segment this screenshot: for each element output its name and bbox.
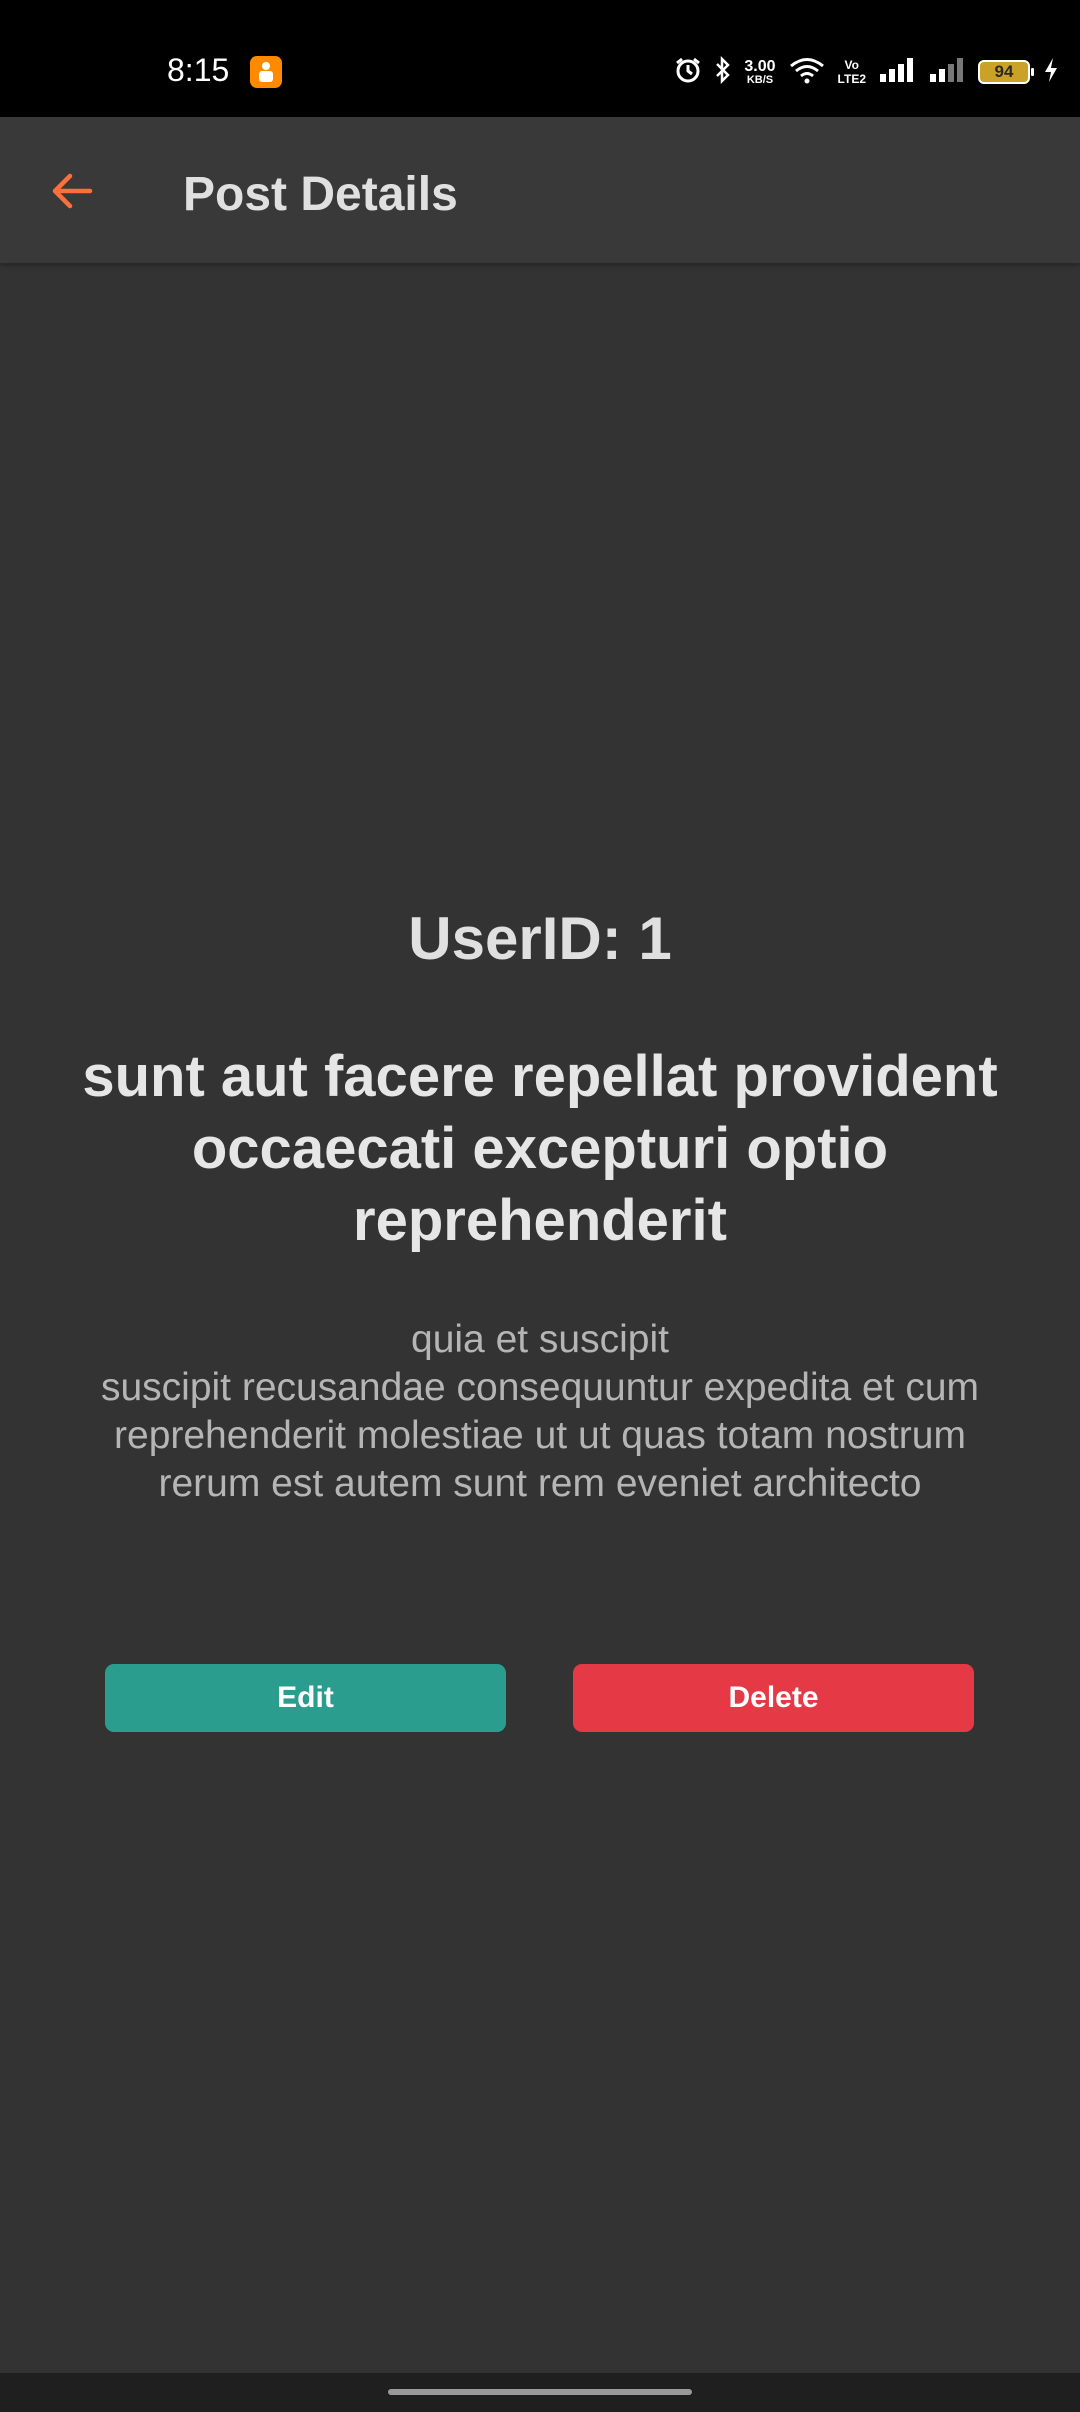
battery-indicator: 94 xyxy=(978,60,1034,84)
network-speed-value: 3.00 xyxy=(744,57,776,75)
user-id-label: UserID: 1 xyxy=(408,905,672,972)
bluetooth-icon xyxy=(714,55,732,89)
delete-button[interactable]: Delete xyxy=(573,1664,974,1732)
post-title: sunt aut facere repellat provident occae… xyxy=(82,1044,998,1253)
alarm-icon xyxy=(674,56,702,89)
edit-button-label: Edit xyxy=(277,1681,334,1714)
navigation-bar xyxy=(0,2373,1080,2412)
volte-indicator: Vo LTE2 xyxy=(838,58,866,86)
app-bar: Post Details xyxy=(0,117,1080,263)
signal-icon xyxy=(878,56,916,89)
wifi-icon xyxy=(788,56,826,89)
volte-bottom: LTE2 xyxy=(837,72,866,86)
post-body: quia et suscipit suscipit recusandae con… xyxy=(100,1318,980,1505)
home-gesture-handle[interactable] xyxy=(388,2389,692,2395)
charging-icon xyxy=(1042,56,1060,89)
notification-app-icon xyxy=(250,56,282,88)
post-details-content: UserID: 1 sunt aut facere repellat provi… xyxy=(0,263,1080,2373)
status-icons: 3.00 KB/S Vo LTE2 94 xyxy=(674,50,1060,94)
signal-weak-icon xyxy=(928,56,966,89)
status-time: 8:15 xyxy=(167,52,230,88)
back-button[interactable] xyxy=(40,159,104,223)
edit-button[interactable]: Edit xyxy=(105,1664,506,1732)
network-speed-unit: KB/S xyxy=(746,73,774,86)
battery-tip xyxy=(1031,68,1034,76)
network-speed: 3.00 KB/S xyxy=(744,57,776,86)
arrow-left-icon xyxy=(52,173,93,209)
page-title: Post Details xyxy=(183,168,458,221)
delete-button-label: Delete xyxy=(728,1681,819,1714)
volte-top: Vo xyxy=(844,58,859,72)
battery-level: 94 xyxy=(994,62,1014,81)
status-bar: 8:15 3.00 KB/S Vo LTE2 94 xyxy=(0,0,1080,117)
